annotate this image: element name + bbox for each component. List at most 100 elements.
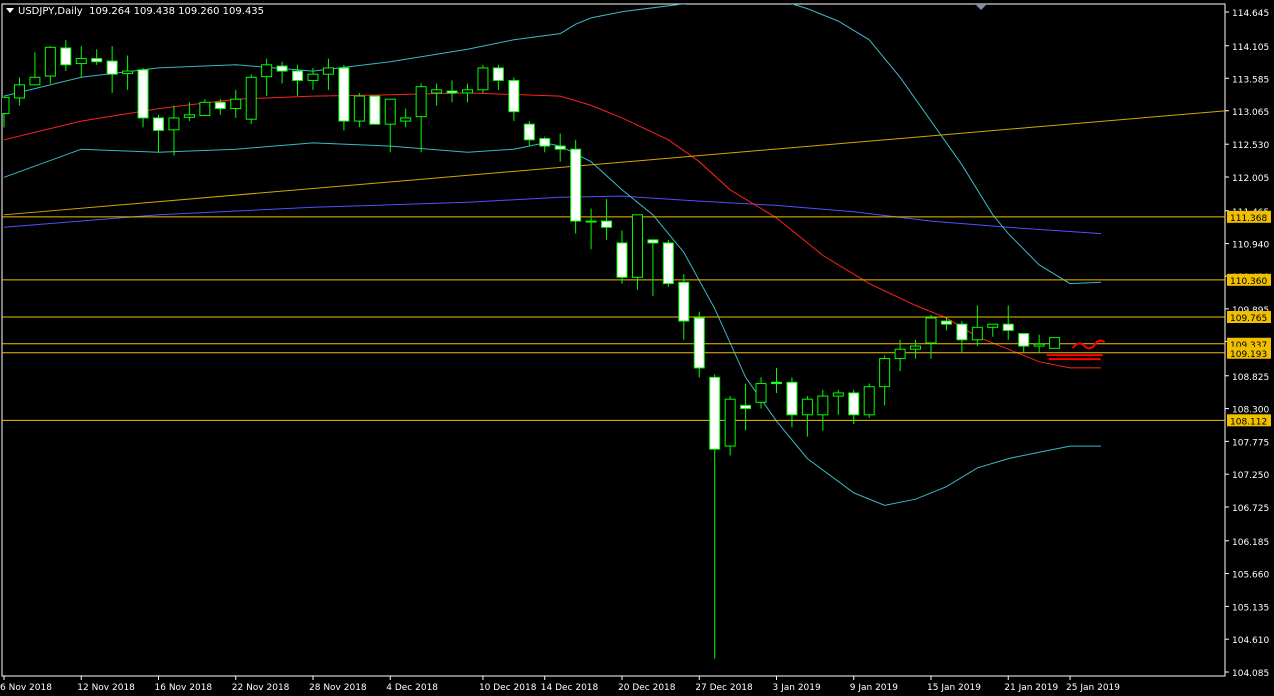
candle-body <box>631 214 643 278</box>
y-tick-label: 108.825 <box>1232 373 1269 383</box>
candle-body <box>740 404 752 410</box>
level-label-4: 109.193 <box>1230 350 1267 360</box>
y-tick-label: 113.065 <box>1232 108 1269 118</box>
candle-body <box>848 392 860 416</box>
candle-body <box>477 67 489 91</box>
candle-body <box>261 64 273 78</box>
y-tick-label: 104.085 <box>1232 669 1269 679</box>
candle-body <box>384 98 396 125</box>
bollinger-upper-line <box>3 4 1102 285</box>
candle-body <box>446 90 458 94</box>
symbol-label: USDJPY,Daily <box>18 6 83 17</box>
ohlc-readout: 109.264 109.438 109.260 109.435 <box>89 6 265 17</box>
candle-body <box>431 89 443 94</box>
candle-body <box>570 148 582 222</box>
candle-body <box>75 58 87 65</box>
chart-area[interactable]: 114.645 114.105 113.585 113.065 112.530 112.0… <box>0 0 1274 696</box>
y-tick-label: 108.300 <box>1232 406 1269 416</box>
candle-body <box>709 376 721 450</box>
candle-body <box>910 345 922 350</box>
plot-layer <box>2 4 1225 659</box>
candle-body <box>13 84 25 99</box>
candle-body <box>971 326 983 341</box>
y-tick-label: 105.135 <box>1232 603 1269 613</box>
x-tick-label: 14 Dec 2018 <box>541 683 599 693</box>
x-tick-label: 16 Nov 2018 <box>155 683 213 693</box>
x-tick-label: 20 Dec 2018 <box>618 683 676 693</box>
y-tick-label: 112.530 <box>1232 141 1269 151</box>
candle-body <box>662 242 674 285</box>
x-tick-label: 21 Jan 2019 <box>1004 683 1058 693</box>
candle-body <box>832 392 844 397</box>
candle-body <box>554 145 566 150</box>
x-tick-label: 22 Nov 2018 <box>232 683 290 693</box>
candle-body <box>415 86 427 118</box>
level-label-1: 110.360 <box>1230 277 1267 287</box>
candle-body <box>801 398 813 416</box>
candle-body <box>786 381 798 416</box>
title-dropdown-icon[interactable] <box>6 8 14 13</box>
candle-body <box>863 386 875 416</box>
x-tick-label: 3 Jan 2019 <box>773 683 821 693</box>
candle-body <box>214 101 226 110</box>
level-label-0: 111.368 <box>1230 214 1267 224</box>
candle-body <box>601 220 613 228</box>
candle-body <box>925 317 937 344</box>
y-tick-label: 104.610 <box>1232 636 1269 646</box>
x-tick-label: 25 Jan 2019 <box>1066 683 1120 693</box>
shift-marker-icon <box>975 4 987 10</box>
candle-body <box>60 47 72 66</box>
candle-body <box>292 70 304 81</box>
candle-body <box>462 89 473 94</box>
y-tick-label: 110.940 <box>1232 241 1269 251</box>
candle-body <box>369 95 381 125</box>
candle-body <box>322 67 334 75</box>
candle-body <box>817 395 829 416</box>
candle-body <box>492 67 504 81</box>
plot-frame <box>1 3 1226 677</box>
candle-body <box>940 320 952 325</box>
level-label-5: 108.112 <box>1230 417 1267 427</box>
candle-body <box>678 281 690 322</box>
y-tick-label: 105.660 <box>1232 571 1269 581</box>
x-tick-label: 28 Nov 2018 <box>309 683 367 693</box>
candle-body <box>771 381 782 385</box>
candle-body <box>122 70 134 75</box>
candle-body <box>199 101 211 116</box>
y-tick-label: 112.005 <box>1232 174 1269 184</box>
candle-body <box>276 65 288 72</box>
candle-body <box>508 79 520 113</box>
x-tick-label: 15 Jan 2019 <box>927 683 981 693</box>
x-tick-label: 6 Nov 2018 <box>0 683 52 693</box>
trend-line <box>3 110 1225 216</box>
candle-body <box>1018 333 1030 347</box>
y-tick-label: 107.250 <box>1232 471 1269 481</box>
y-tick-label: 113.585 <box>1232 75 1269 85</box>
candle-body <box>338 67 350 122</box>
x-tick-label: 9 Jan 2019 <box>850 683 898 693</box>
candle-body <box>616 242 628 278</box>
candle-body <box>585 220 597 223</box>
candle-body <box>106 60 118 75</box>
candle-body <box>245 76 257 120</box>
candle-body <box>353 95 365 122</box>
candle-body <box>987 323 999 328</box>
candle-body <box>168 117 180 131</box>
x-tick-label: 4 Dec 2018 <box>386 683 438 693</box>
candle-body <box>183 114 195 118</box>
price-chart[interactable]: 114.645 114.105 113.585 113.065 112.530 112.0… <box>0 0 1274 696</box>
y-tick-label: 114.645 <box>1232 9 1269 19</box>
candle-body <box>137 69 149 119</box>
candle-body <box>2 96 10 115</box>
x-tick-label: 27 Dec 2018 <box>695 683 753 693</box>
candle-body <box>91 58 103 63</box>
x-tick-label: 12 Nov 2018 <box>77 683 135 693</box>
candle-body <box>230 98 242 110</box>
y-tick-label: 114.105 <box>1232 43 1269 53</box>
x-tick-label: 10 Dec 2018 <box>479 683 537 693</box>
candle-body <box>724 398 736 447</box>
candle-body <box>1033 343 1045 347</box>
candle-body <box>523 123 535 141</box>
y-tick-label: 106.185 <box>1232 538 1269 548</box>
candle-body <box>1049 337 1061 349</box>
